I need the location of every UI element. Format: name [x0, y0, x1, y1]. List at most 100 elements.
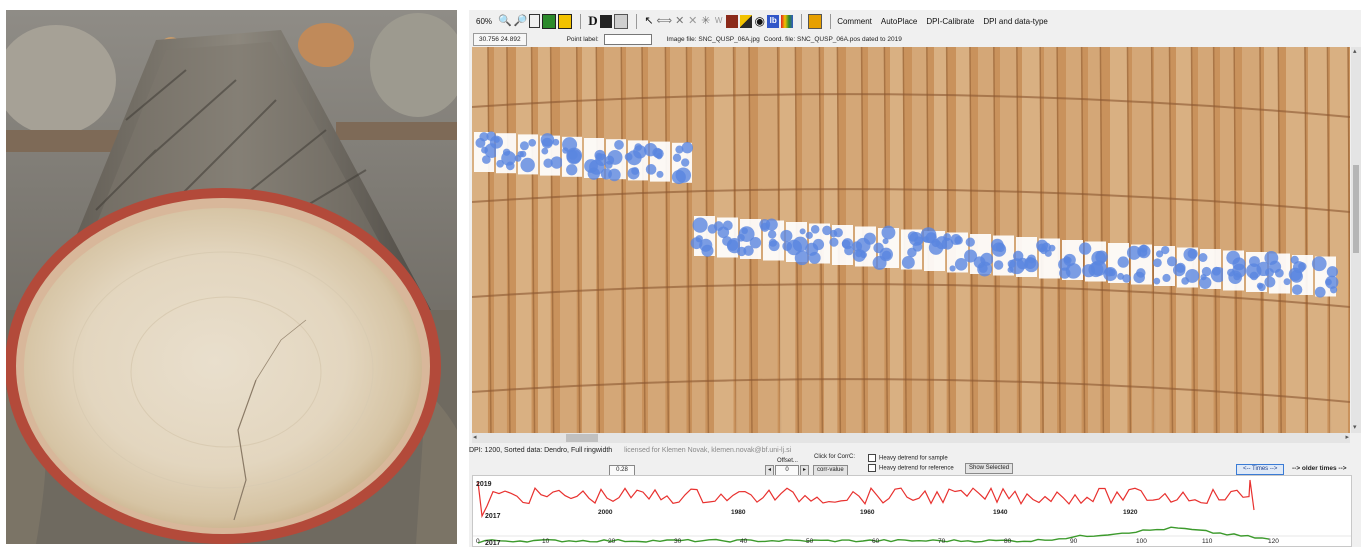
- toolbar: 60% 🔍 🔎 D ↖ ⟺ ✕ ✕ ✳ W ◉ lb Comment AutoP…: [469, 10, 1361, 32]
- w-button[interactable]: W: [713, 14, 724, 28]
- show-selected-button[interactable]: Show Selected: [965, 463, 1014, 474]
- wood-earlywood-band: [670, 47, 687, 433]
- wood-earlywood-band: [472, 47, 488, 433]
- wood-earlywood-band: [648, 47, 666, 433]
- wood-earlywood-band: [1132, 47, 1152, 433]
- controls-row: 0.28 Offset... ◂ 0 ▸ Click for CorrC: co…: [469, 454, 1361, 476]
- wood-earlywood-band: [1110, 47, 1128, 433]
- wood-earlywood-band: [1330, 47, 1348, 433]
- ring-measurement-mark[interactable]: [1223, 250, 1247, 291]
- point-label-input[interactable]: [603, 33, 652, 45]
- draw-line-icon[interactable]: [740, 14, 753, 28]
- asterisk-icon[interactable]: ✳: [700, 14, 711, 28]
- ring-measurement-mark[interactable]: [829, 225, 854, 265]
- green-tick-label: 60: [872, 538, 880, 545]
- green-tick-label: 20: [608, 538, 616, 545]
- ring-measurement-mark[interactable]: [901, 229, 924, 270]
- target-circle-icon[interactable]: ◉: [754, 14, 765, 28]
- ring-measurement-mark[interactable]: [1288, 255, 1313, 295]
- image-file-name: Image file: SNC_QUSP_06A.jpg: [666, 35, 760, 43]
- wood-image-viewer[interactable]: [472, 47, 1350, 433]
- wood-earlywood-band: [560, 47, 577, 433]
- green-tick-label: 50: [806, 538, 814, 545]
- vertical-scrollbar[interactable]: ▴ ▾: [1351, 47, 1361, 433]
- cursor-coordinates: 30.756 24.892: [473, 32, 527, 46]
- wood-earlywood-band: [1264, 47, 1279, 433]
- ring-measurement-mark[interactable]: [540, 133, 563, 176]
- palette-icon[interactable]: [781, 14, 794, 28]
- zoom-level: 60%: [476, 16, 493, 26]
- offset-label: Offset...: [777, 458, 798, 464]
- scroll-up-icon[interactable]: ▴: [1353, 47, 1357, 57]
- image-icon[interactable]: [542, 13, 557, 29]
- label-2017-green: 2017: [485, 540, 501, 546]
- ring-measurement-mark[interactable]: [1311, 256, 1339, 298]
- red-tick-label: 2000: [598, 509, 613, 516]
- ring-width-graph[interactable]: 2019 2017 2017 2000 1980 1960 1940 1920 0 10 2…: [472, 475, 1352, 547]
- label-2017-red: 2017: [485, 513, 501, 520]
- wood-earlywood-band: [1308, 47, 1328, 433]
- ring-measurement-mark[interactable]: [736, 219, 762, 259]
- open-folder-icon[interactable]: [558, 13, 573, 29]
- ring-measurement-mark[interactable]: [759, 218, 784, 261]
- ring-measurement-mark[interactable]: [920, 227, 949, 271]
- vertical-scroll-thumb[interactable]: [1353, 165, 1359, 253]
- grid-icon[interactable]: [614, 13, 629, 29]
- ring-measurement-mark[interactable]: [1264, 251, 1291, 294]
- heavy-detrend-reference[interactable]: Heavy detrend for reference: [868, 464, 954, 472]
- ring-measurement-mark[interactable]: [671, 142, 694, 185]
- license-info: licensed for Klemen Novak, klemen.novak@…: [624, 447, 792, 454]
- wood-earlywood-band: [538, 47, 551, 433]
- wood-earlywood-band: [1154, 47, 1170, 433]
- horizontal-scrollbar[interactable]: ◂ ▸: [472, 433, 1350, 443]
- ring-measurement-mark[interactable]: [1153, 245, 1177, 286]
- ring-measurement-mark[interactable]: [562, 136, 583, 177]
- pointer-arrow-icon[interactable]: ↖: [643, 14, 654, 28]
- menu-dpi-calibrate[interactable]: DPI-Calibrate: [926, 17, 974, 26]
- save-icon[interactable]: [600, 14, 613, 28]
- delete-x-light-icon[interactable]: ✕: [687, 14, 698, 28]
- ring-measurement-mark[interactable]: [805, 223, 832, 264]
- heavy-detrend-reference-checkbox[interactable]: [868, 464, 876, 472]
- ring-measurement-mark[interactable]: [851, 226, 876, 267]
- file-status-bar: 30.756 24.892 Point label: Image file: S…: [469, 32, 1361, 46]
- scroll-left-icon[interactable]: ◂: [473, 433, 477, 443]
- wood-earlywood-band: [1220, 47, 1235, 433]
- red-tick-label: 1940: [993, 509, 1008, 516]
- ring-measurement-mark[interactable]: [514, 134, 538, 175]
- menu-autoplace[interactable]: AutoPlace: [881, 17, 917, 26]
- point-label-caption: Point label:: [566, 35, 599, 43]
- dpi-info: DPI: 1200, Sorted data: Dendro, Full rin…: [469, 447, 613, 454]
- heavy-detrend-sample[interactable]: Heavy detrend for sample: [868, 454, 948, 462]
- wood-earlywood-band: [582, 47, 597, 433]
- list-icon[interactable]: [808, 13, 823, 29]
- menu-comment[interactable]: Comment: [837, 17, 872, 26]
- toolbar-separator: [801, 13, 803, 29]
- log-photo: [6, 10, 457, 544]
- green-tick-label: 30: [674, 538, 682, 545]
- delete-x-icon[interactable]: ✕: [674, 14, 685, 28]
- ring-measurement-mark[interactable]: [1036, 238, 1060, 279]
- green-tick-label: 100: [1136, 538, 1147, 545]
- green-tick-label: 90: [1070, 538, 1078, 545]
- move-horizontal-icon[interactable]: ⟺: [656, 14, 672, 28]
- ring-measurement-mark[interactable]: [624, 140, 648, 181]
- times-button[interactable]: <-- Times -->: [1236, 464, 1285, 475]
- toolbar-separator: [580, 13, 582, 29]
- green-tick-label: 70: [938, 538, 946, 545]
- older-times-link[interactable]: --> older times -->: [1292, 465, 1347, 472]
- menu-dpi-datatype[interactable]: DPI and data-type: [983, 17, 1047, 26]
- lb-button[interactable]: lb: [767, 14, 780, 28]
- green-tick-label: 0: [476, 538, 480, 545]
- d-button[interactable]: D: [587, 14, 598, 28]
- color-swatch-icon[interactable]: [726, 14, 739, 28]
- ring-measurement-mark[interactable]: [690, 216, 718, 257]
- heavy-detrend-sample-checkbox[interactable]: [868, 454, 876, 462]
- zoom-out-icon[interactable]: 🔎: [514, 14, 528, 28]
- fit-frame-icon[interactable]: [529, 14, 541, 28]
- horizontal-scroll-thumb[interactable]: [566, 434, 598, 442]
- zoom-in-icon[interactable]: 🔍: [498, 14, 512, 28]
- scroll-right-icon[interactable]: ▸: [1345, 433, 1349, 443]
- toolbar-separator: [830, 13, 832, 29]
- scroll-down-icon[interactable]: ▾: [1353, 423, 1357, 433]
